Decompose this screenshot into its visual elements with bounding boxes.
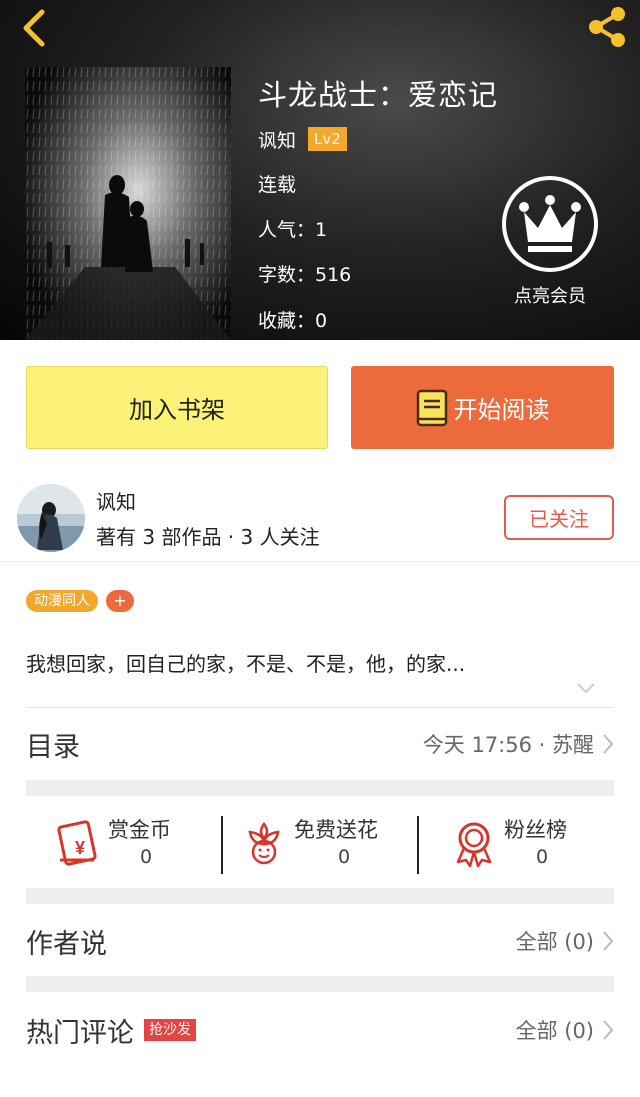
author-row: 讽知 Lv2 <box>258 125 347 153</box>
author-stats: 著有 3 部作品 · 3 人关注 <box>96 525 320 549</box>
section-divider <box>26 888 614 904</box>
chevron-right-icon <box>603 931 614 951</box>
tag-item[interactable]: 动漫同人 <box>26 590 98 612</box>
section-divider <box>26 780 614 796</box>
hot-comments-title: 热门评论 <box>26 1017 134 1049</box>
svg-text:¥: ¥ <box>75 838 85 858</box>
divider <box>417 816 419 874</box>
add-tag-button[interactable]: + <box>106 590 134 612</box>
author-says-count: 全部 (0) <box>515 930 594 954</box>
book-title: 斗龙战士：爱恋记 <box>258 78 499 112</box>
start-reading-label: 开始阅读 <box>453 396 550 424</box>
stat-value: 0 <box>536 846 549 868</box>
fan-ranking[interactable]: 粉丝榜 0 <box>420 804 616 886</box>
stat-label: 免费送花 <box>294 818 378 842</box>
latest-chapter: 今天 17:56 · 苏醒 <box>422 733 594 757</box>
crown-icon <box>502 176 598 272</box>
book-icon <box>416 389 447 426</box>
stat-label: 赏金币 <box>108 818 171 842</box>
interaction-stats: ¥ 赏金币 0 免费送花 0 粉丝榜 0 <box>26 804 614 886</box>
share-icon <box>589 7 625 47</box>
author-name[interactable]: 讽知 <box>96 486 136 515</box>
section-divider <box>26 976 614 992</box>
add-to-shelf-button[interactable]: 加入书架 <box>26 366 328 449</box>
favorites-count: 收藏：0 <box>258 310 328 332</box>
send-flowers[interactable]: 免费送花 0 <box>224 804 420 886</box>
catalog-row[interactable]: 目录 今天 17:56 · 苏醒 <box>26 720 614 768</box>
chevron-down-icon[interactable] <box>576 682 596 694</box>
add-to-shelf-label: 加入书架 <box>129 396 225 424</box>
book-header: 斗龙战士：爱恋记 讽知 Lv2 连载 人气：1 字数：516 收藏：0 点亮会员 <box>0 0 640 340</box>
author-name[interactable]: 讽知 <box>258 126 296 153</box>
hot-comments-count: 全部 (0) <box>515 1019 594 1043</box>
divider <box>26 707 614 708</box>
catalog-title: 目录 <box>26 731 80 763</box>
chevron-right-icon <box>603 734 614 754</box>
author-says-title: 作者说 <box>26 928 107 960</box>
back-button[interactable] <box>14 6 54 50</box>
chevron-left-icon <box>23 9 45 47</box>
synopsis[interactable]: 我想回家，回自己的家，不是、不是，他，的家... <box>26 648 465 677</box>
author-says-row[interactable]: 作者说 全部 (0) <box>26 916 614 966</box>
serial-status: 连载 <box>258 174 297 196</box>
red-envelope-icon: ¥ <box>57 820 97 866</box>
author-card: 讽知 著有 3 部作品 · 3 人关注 已关注 <box>0 478 640 562</box>
reward-coins[interactable]: ¥ 赏金币 0 <box>26 804 222 886</box>
level-badge: Lv2 <box>308 127 347 151</box>
follow-button[interactable]: 已关注 <box>504 495 614 540</box>
start-reading-button[interactable]: 开始阅读 <box>351 366 614 449</box>
avatar[interactable] <box>17 484 85 552</box>
first-comment-badge: 抢沙发 <box>144 1019 196 1041</box>
divider <box>221 816 223 874</box>
flower-icon <box>248 821 280 865</box>
book-cover[interactable] <box>25 67 231 340</box>
popularity: 人气：1 <box>258 219 328 241</box>
award-ribbon-icon <box>456 822 492 868</box>
stat-value: 0 <box>140 846 153 868</box>
word-count: 字数：516 <box>258 264 352 286</box>
stat-value: 0 <box>338 846 351 868</box>
vip-button[interactable]: 点亮会员 <box>498 174 602 308</box>
share-button[interactable] <box>582 4 630 50</box>
hot-comments-row[interactable]: 热门评论 抢沙发 全部 (0) <box>26 1004 614 1056</box>
tag-list: 动漫同人 + <box>26 589 134 613</box>
stat-label: 粉丝榜 <box>504 818 567 842</box>
vip-label: 点亮会员 <box>514 286 586 307</box>
chevron-right-icon <box>603 1020 614 1040</box>
